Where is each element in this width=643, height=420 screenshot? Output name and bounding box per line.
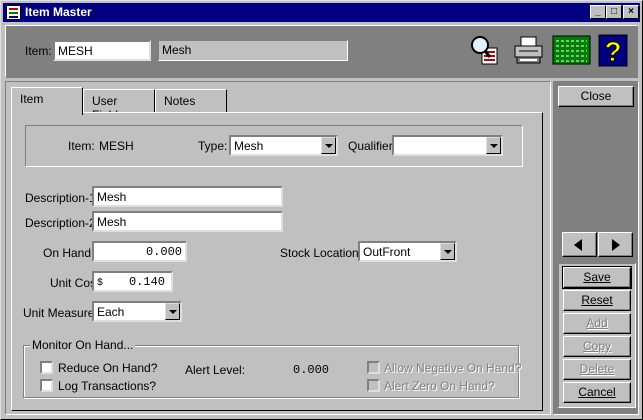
alert-level-value: 0.000 bbox=[293, 363, 330, 377]
stock-location-dropdown-arrow-icon[interactable] bbox=[440, 243, 455, 260]
delete-button-label: Delete bbox=[579, 362, 615, 376]
save-button-label: Save bbox=[583, 270, 611, 284]
close-button-label: Close bbox=[580, 89, 612, 103]
title-bar[interactable]: Item Master _ □ × bbox=[3, 3, 640, 22]
alert-zero-checkbox[interactable] bbox=[367, 379, 380, 392]
window-title: Item Master bbox=[25, 5, 92, 19]
reduce-on-hand-checkbox[interactable] bbox=[40, 361, 53, 374]
reset-button-label: Reset bbox=[581, 293, 613, 307]
help-icon[interactable]: ? bbox=[598, 34, 628, 68]
description-2-input[interactable]: Mesh bbox=[92, 211, 283, 232]
on-hand-input[interactable]: 0.000 bbox=[92, 241, 187, 262]
type-label: Type: bbox=[198, 139, 228, 153]
app-icon bbox=[6, 5, 21, 20]
add-button[interactable]: Add bbox=[563, 313, 631, 334]
allow-negative-label: Allow Negative On Hand? bbox=[384, 361, 522, 375]
on-hand-label: On Hand: bbox=[43, 246, 95, 260]
arrow-left-icon bbox=[574, 239, 582, 251]
header-item-label: Item: bbox=[25, 44, 52, 58]
search-report-icon[interactable] bbox=[469, 34, 500, 67]
tab-notes-label: Notes bbox=[164, 94, 196, 108]
unit-measure-select[interactable]: Each bbox=[92, 301, 182, 322]
next-record-button[interactable] bbox=[598, 232, 633, 257]
log-transactions-label: Log Transactions? bbox=[58, 379, 157, 393]
unit-cost-input[interactable]: $ 0.140 bbox=[92, 271, 173, 292]
description-1-label: Description-1: bbox=[25, 191, 100, 205]
minimize-icon[interactable]: _ bbox=[590, 5, 606, 19]
type-select-value: Mesh bbox=[234, 139, 264, 153]
item-master-window: Item Master _ □ × Item: MESH Mesh ? Item… bbox=[0, 0, 643, 420]
reduce-on-hand-label: Reduce On Hand? bbox=[58, 361, 158, 375]
type-dropdown-arrow-icon[interactable] bbox=[321, 137, 336, 154]
stock-location-label: Stock Location: bbox=[280, 246, 363, 260]
maximize-icon[interactable]: □ bbox=[606, 5, 622, 19]
header-item-description: Mesh bbox=[158, 40, 348, 61]
unit-measure-label: Unit Measure: bbox=[23, 306, 98, 320]
alert-level-label: Alert Level: bbox=[185, 363, 246, 377]
info-item-value: MESH bbox=[99, 139, 134, 153]
tab-user-fields[interactable]: User Fields bbox=[83, 89, 155, 122]
copy-button[interactable]: Copy bbox=[563, 336, 631, 357]
add-button-label: Add bbox=[586, 316, 608, 330]
stock-location-select[interactable]: OutFront bbox=[358, 241, 457, 262]
unit-cost-currency: $ bbox=[97, 278, 104, 289]
qualifier-select[interactable] bbox=[392, 135, 503, 156]
copy-button-label: Copy bbox=[582, 339, 611, 353]
spreadsheet-icon[interactable] bbox=[552, 34, 592, 67]
cancel-button[interactable]: Cancel bbox=[563, 382, 631, 403]
type-select[interactable]: Mesh bbox=[229, 135, 338, 156]
allow-negative-checkbox[interactable] bbox=[367, 361, 380, 374]
unit-cost-value: 0.140 bbox=[128, 275, 165, 289]
close-button[interactable]: Close bbox=[558, 86, 634, 107]
unit-measure-value: Each bbox=[97, 305, 125, 319]
alert-zero-label: Alert Zero On Hand? bbox=[384, 379, 495, 393]
tab-item[interactable]: Item bbox=[11, 87, 83, 115]
description-2-label: Description-2: bbox=[25, 216, 100, 230]
delete-button[interactable]: Delete bbox=[563, 359, 631, 380]
tab-content-item: Item: MESH Type: Mesh Qualifier: Descrip… bbox=[11, 112, 543, 411]
qualifier-label: Qualifier: bbox=[348, 139, 397, 153]
close-icon[interactable]: × bbox=[623, 5, 639, 19]
unit-measure-dropdown-arrow-icon[interactable] bbox=[165, 303, 180, 320]
log-transactions-checkbox[interactable] bbox=[40, 379, 53, 392]
save-button[interactable]: Save bbox=[562, 266, 632, 289]
previous-record-button[interactable] bbox=[562, 232, 597, 257]
printer-icon[interactable] bbox=[512, 34, 543, 67]
help-glyph: ? bbox=[604, 36, 621, 67]
tab-item-label: Item bbox=[20, 92, 44, 106]
stock-location-value: OutFront bbox=[363, 245, 411, 259]
header-item-input[interactable]: MESH bbox=[53, 40, 151, 61]
info-item-label: Item: bbox=[68, 139, 95, 153]
monitor-group-title: Monitor On Hand... bbox=[30, 338, 136, 352]
reset-button[interactable]: Reset bbox=[563, 290, 631, 311]
arrow-right-icon bbox=[612, 239, 620, 251]
tab-notes[interactable]: Notes bbox=[155, 89, 227, 113]
cancel-button-label: Cancel bbox=[578, 385, 616, 399]
qualifier-dropdown-arrow-icon[interactable] bbox=[486, 137, 501, 154]
description-1-input[interactable]: Mesh bbox=[92, 186, 283, 207]
